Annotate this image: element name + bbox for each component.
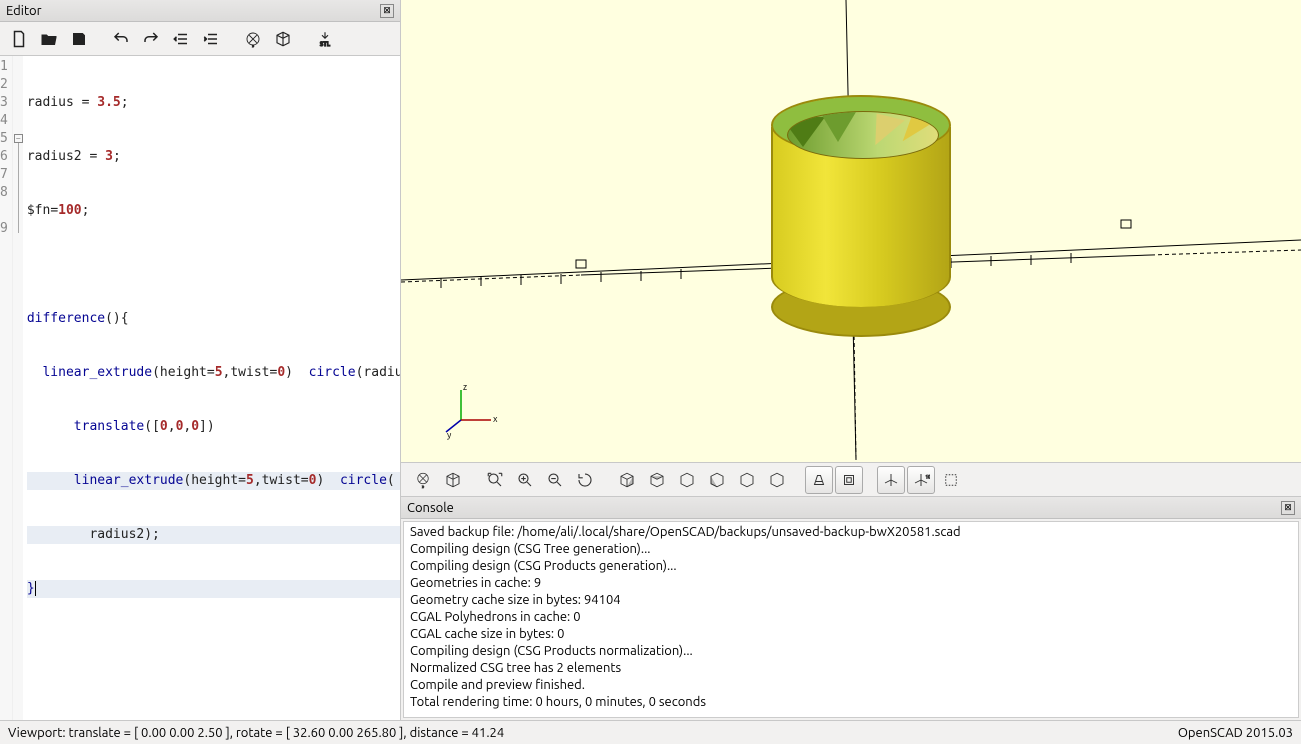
right-pane: x y z » xyxy=(401,0,1301,720)
orthogonal-icon[interactable] xyxy=(835,466,863,494)
editor-panel: Editor ⊠ » STL 1 2 3 4 5 6 xyxy=(0,0,401,720)
console-title: Console xyxy=(407,501,454,515)
console-line: Total rendering time: 0 hours, 0 minutes… xyxy=(410,694,1292,711)
render-button[interactable] xyxy=(270,26,296,52)
preview-icon[interactable]: » xyxy=(409,466,437,494)
console-line: CGAL Polyhedrons in cache: 0 xyxy=(410,609,1292,626)
console-line: Compile and preview finished. xyxy=(410,677,1292,694)
show-axes-icon[interactable] xyxy=(877,466,905,494)
console-line: Saved backup file: /home/ali/.local/shar… xyxy=(410,524,1292,541)
rendered-model xyxy=(771,85,951,345)
unindent-button[interactable] xyxy=(168,26,194,52)
editor-title: Editor xyxy=(6,4,42,18)
svg-text:STL: STL xyxy=(320,40,331,47)
3d-viewport[interactable]: x y z xyxy=(401,0,1301,462)
line-gutter: 1 2 3 4 5 6 7 8 9 xyxy=(0,56,13,720)
axis-x-label: x xyxy=(493,414,498,424)
console-output[interactable]: Saved backup file: /home/ali/.local/shar… xyxy=(403,521,1299,718)
render-icon[interactable] xyxy=(439,466,467,494)
indent-button[interactable] xyxy=(198,26,224,52)
fold-column: − xyxy=(13,56,23,720)
status-bar: Viewport: translate = [ 0.00 0.00 2.50 ]… xyxy=(0,720,1301,744)
undo-button[interactable] xyxy=(108,26,134,52)
axis-indicator: x y z xyxy=(441,380,501,440)
zoom-in-icon[interactable] xyxy=(511,466,539,494)
editor-titlebar: Editor ⊠ xyxy=(0,0,400,22)
perspective-icon[interactable] xyxy=(805,466,833,494)
console-line: Compiling design (CSG Products generatio… xyxy=(410,558,1292,575)
console-line: Compiling design (CSG Tree generation)..… xyxy=(410,541,1292,558)
reset-view-icon[interactable] xyxy=(571,466,599,494)
axis-y-label: y xyxy=(447,430,452,440)
fold-toggle-icon[interactable]: − xyxy=(14,134,23,143)
console-line: Compiling design (CSG Products normaliza… xyxy=(410,643,1292,660)
console-panel: Console ⊠ Saved backup file: /home/ali/.… xyxy=(401,496,1301,720)
console-line: Geometry cache size in bytes: 94104 xyxy=(410,592,1292,609)
view-left-icon[interactable] xyxy=(703,466,731,494)
editor-toolbar: » STL xyxy=(0,22,400,56)
open-file-button[interactable] xyxy=(36,26,62,52)
show-scale-icon[interactable]: 10 xyxy=(907,466,935,494)
view-right-icon[interactable] xyxy=(613,466,641,494)
console-close-button[interactable]: ⊠ xyxy=(1281,501,1295,515)
code-editor[interactable]: 1 2 3 4 5 6 7 8 9 − radius = 3.5; radius… xyxy=(0,56,400,720)
axis-z-label: z xyxy=(463,382,467,392)
new-file-button[interactable] xyxy=(6,26,32,52)
view-back-icon[interactable] xyxy=(763,466,791,494)
console-line: Geometries in cache: 9 xyxy=(410,575,1292,592)
view-bottom-icon[interactable] xyxy=(673,466,701,494)
preview-button[interactable]: » xyxy=(240,26,266,52)
console-titlebar: Console ⊠ xyxy=(401,497,1301,519)
viewport-toolbar: » 10 xyxy=(401,462,1301,496)
svg-text:10: 10 xyxy=(926,474,931,479)
view-front-icon[interactable] xyxy=(733,466,761,494)
svg-text:»: » xyxy=(252,43,254,48)
export-stl-button[interactable]: STL xyxy=(312,26,338,52)
editor-close-button[interactable]: ⊠ xyxy=(380,4,394,18)
console-line: CGAL cache size in bytes: 0 xyxy=(410,626,1292,643)
zoom-fit-icon[interactable] xyxy=(481,466,509,494)
svg-text:»: » xyxy=(422,483,425,489)
code-content[interactable]: radius = 3.5; radius2 = 3; $fn=100; diff… xyxy=(23,56,400,720)
console-line: Normalized CSG tree has 2 elements xyxy=(410,660,1292,677)
view-top-icon[interactable] xyxy=(643,466,671,494)
redo-button[interactable] xyxy=(138,26,164,52)
zoom-out-icon[interactable] xyxy=(541,466,569,494)
status-app-version: OpenSCAD 2015.03 xyxy=(1178,726,1293,740)
show-crosshairs-icon[interactable] xyxy=(937,466,965,494)
status-viewport-info: Viewport: translate = [ 0.00 0.00 2.50 ]… xyxy=(8,726,504,740)
save-file-button[interactable] xyxy=(66,26,92,52)
